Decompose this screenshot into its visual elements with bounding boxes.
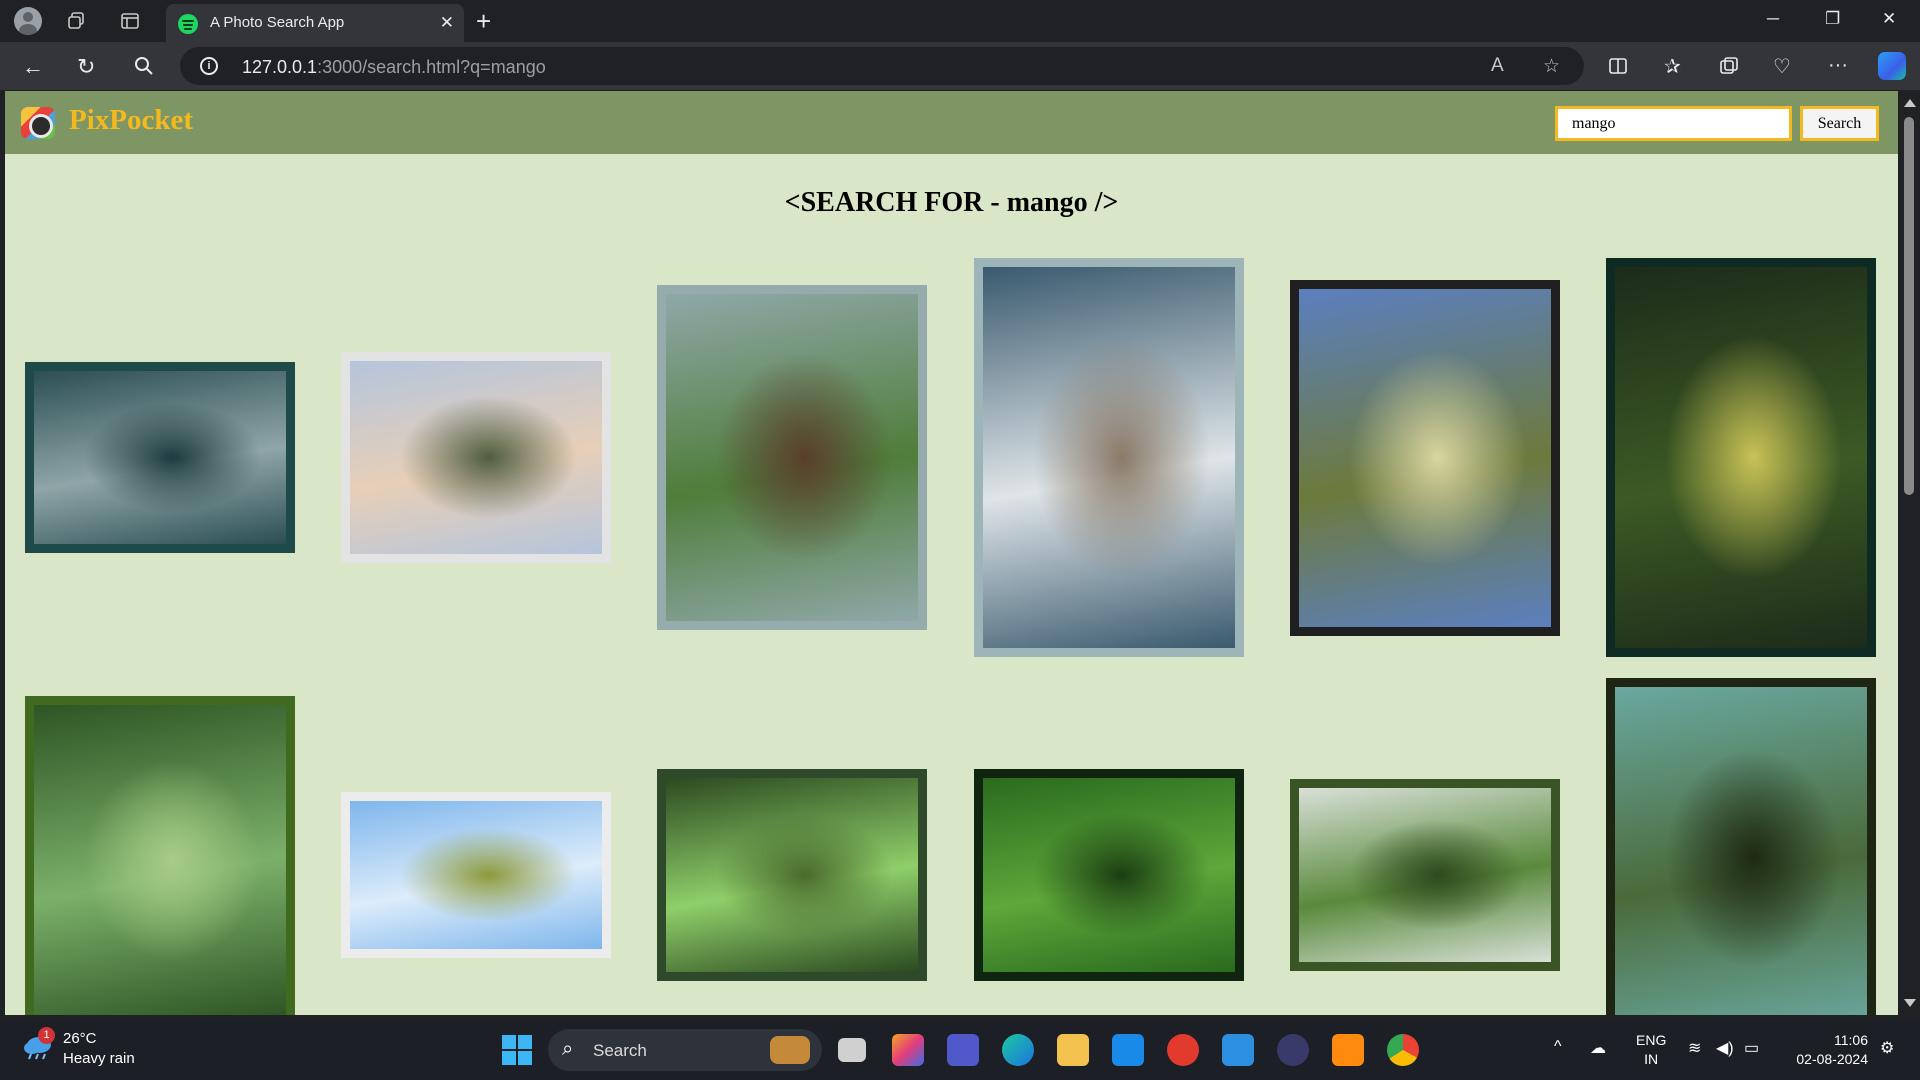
windows-start-icon[interactable] <box>502 1035 532 1065</box>
vertical-tabs-icon[interactable] <box>120 11 140 31</box>
photo-mangoes-sky[interactable] <box>350 801 602 949</box>
photo-card[interactable] <box>1606 258 1876 657</box>
back-icon[interactable]: ← <box>22 54 44 80</box>
photo-card[interactable] <box>974 769 1244 981</box>
photo-mango-branch[interactable] <box>1299 289 1551 627</box>
file-explorer-icon[interactable] <box>1057 1034 1089 1066</box>
photo-card[interactable] <box>974 258 1244 657</box>
results-heading: <SEARCH FOR - mango /> <box>784 187 1119 218</box>
onedrive-icon[interactable]: ☁ <box>1590 1038 1606 1058</box>
keyboard-region: IN <box>1644 1051 1659 1067</box>
wifi-icon[interactable]: ≋ <box>1688 1038 1701 1058</box>
favorite-star-icon[interactable]: ☆ <box>1543 55 1560 78</box>
scroll-down-icon[interactable] <box>1904 999 1916 1007</box>
battery-icon[interactable]: ▭ <box>1744 1038 1759 1058</box>
photo-mango-leaves[interactable] <box>1299 788 1551 962</box>
workspaces-icon[interactable] <box>66 11 86 31</box>
weather-condition[interactable]: Heavy rain <box>63 1050 135 1067</box>
camera-logo-icon <box>21 107 55 139</box>
edge-icon[interactable] <box>1002 1034 1034 1066</box>
weather-alert-badge: 1 <box>38 1027 55 1044</box>
photo-card[interactable] <box>1606 678 1876 1015</box>
taskbar-search-label: Search <box>593 1041 647 1060</box>
clock[interactable]: 11:06 02-08-2024 <box>1786 1031 1868 1069</box>
browser-essentials-icon[interactable]: ♡ <box>1773 54 1791 79</box>
copilot-icon[interactable] <box>1878 52 1906 80</box>
photo-card[interactable] <box>1290 779 1560 971</box>
copilot-app-icon[interactable] <box>892 1034 924 1066</box>
browser-toolbar: ← ↻ i 127.0.0.1:3000/search.html?q=mango… <box>0 42 1920 90</box>
split-screen-icon[interactable] <box>1608 56 1628 76</box>
page-viewport: PixPocket Search <SEARCH FOR - mango /> <box>5 91 1898 1015</box>
volume-icon[interactable]: ◀) <box>1716 1038 1734 1058</box>
photo-card[interactable] <box>1290 280 1560 636</box>
sublime-text-icon[interactable] <box>1332 1034 1364 1066</box>
photo-card[interactable] <box>657 285 927 630</box>
photo-hanging-mango[interactable] <box>1615 267 1867 648</box>
notification-icon[interactable]: ⚙ <box>1880 1038 1894 1058</box>
teams-icon[interactable] <box>947 1034 979 1066</box>
photo-bird-on-wire[interactable] <box>666 294 918 621</box>
eclipse-icon[interactable] <box>1277 1034 1309 1066</box>
brand-name[interactable]: PixPocket <box>69 104 193 137</box>
mail-icon[interactable] <box>1112 1034 1144 1066</box>
tab-photo-search[interactable]: A Photo Search App ✕ <box>166 4 464 42</box>
scroll-up-icon[interactable] <box>1904 99 1916 107</box>
photo-blue-mangoes[interactable] <box>1615 687 1867 1015</box>
tab-title: A Photo Search App <box>210 14 345 31</box>
page-scrollbar[interactable] <box>1898 91 1920 1015</box>
close-window-icon[interactable]: ✕ <box>1882 9 1896 29</box>
clock-date: 02-08-2024 <box>1796 1051 1868 1067</box>
favorites-icon[interactable]: ✰ <box>1664 54 1681 79</box>
language-indicator[interactable]: ENG IN <box>1636 1031 1666 1069</box>
spotify-favicon-icon <box>178 14 198 34</box>
wps-office-icon[interactable] <box>1167 1034 1199 1066</box>
language-code: ENG <box>1636 1032 1667 1048</box>
photo-card[interactable] <box>341 792 611 958</box>
vscode-icon[interactable] <box>1222 1034 1254 1066</box>
windows-taskbar: 1 26°C Heavy rain ⌕ Search ^ ☁ ENG IN ≋ … <box>0 1020 1920 1080</box>
photo-mango-pile[interactable] <box>983 778 1235 972</box>
site-info-icon[interactable]: i <box>200 57 218 75</box>
photo-seltzer-can[interactable] <box>983 267 1235 648</box>
photo-card[interactable] <box>657 769 927 981</box>
new-tab-icon[interactable]: + <box>476 6 491 37</box>
photo-card[interactable] <box>341 352 611 563</box>
app-header: PixPocket Search <box>5 91 1898 154</box>
search-button[interactable]: Search <box>1800 106 1879 141</box>
read-aloud-icon[interactable]: A <box>1491 55 1504 77</box>
browser-titlebar: A Photo Search App ✕ + ─ ❐ ✕ <box>0 0 1920 42</box>
photo-hills-sunset[interactable] <box>350 361 602 554</box>
chrome-icon[interactable] <box>1387 1034 1419 1066</box>
collections-icon[interactable] <box>1719 56 1739 76</box>
photo-green-mango[interactable] <box>34 705 286 1015</box>
weather-temperature[interactable]: 26°C <box>63 1030 97 1047</box>
search-input[interactable] <box>1555 106 1792 141</box>
taskbar-search[interactable]: ⌕ Search <box>548 1029 822 1071</box>
settings-more-icon[interactable]: ··· <box>1828 54 1848 77</box>
scroll-thumb[interactable] <box>1904 117 1914 495</box>
taskbar-search-icon: ⌕ <box>562 1038 574 1060</box>
tray-expand-icon[interactable]: ^ <box>1554 1038 1562 1056</box>
clock-time: 11:06 <box>1834 1032 1868 1048</box>
photo-card[interactable] <box>25 362 295 553</box>
address-bar[interactable]: i 127.0.0.1:3000/search.html?q=mango A ☆ <box>180 47 1584 85</box>
task-view-icon[interactable] <box>838 1038 866 1062</box>
refresh-icon[interactable]: ↻ <box>77 54 95 80</box>
search-highlight-icon <box>770 1036 810 1064</box>
tab-close-icon[interactable]: ✕ <box>440 13 454 33</box>
photo-card[interactable] <box>25 696 295 1015</box>
photo-mango-cluster[interactable] <box>666 778 918 972</box>
url-text[interactable]: 127.0.0.1:3000/search.html?q=mango <box>242 57 546 78</box>
search-icon[interactable] <box>134 56 154 76</box>
minimize-icon[interactable]: ─ <box>1767 9 1779 29</box>
profile-avatar-icon[interactable] <box>14 7 42 35</box>
photo-misty-forest[interactable] <box>34 371 286 544</box>
restore-icon[interactable]: ❐ <box>1825 9 1840 29</box>
